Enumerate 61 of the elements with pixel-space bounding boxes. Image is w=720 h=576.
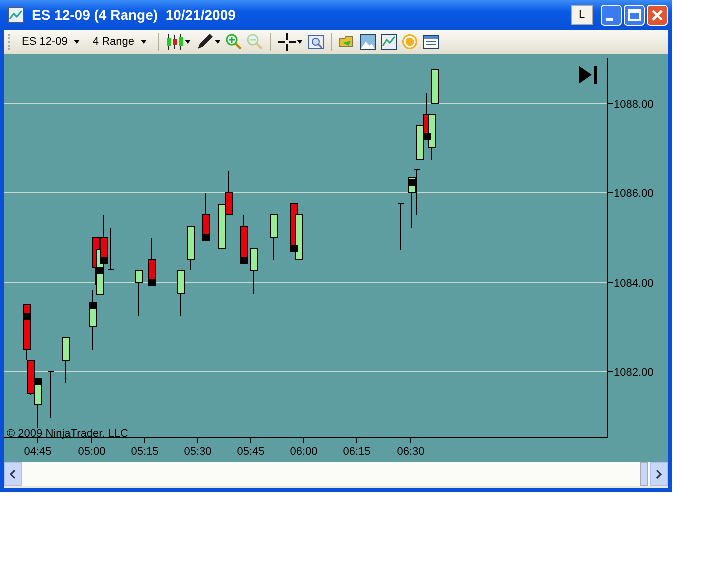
trade-marker bbox=[408, 179, 416, 186]
caret-icon bbox=[74, 40, 80, 44]
time-axis-label: 05:45 bbox=[237, 446, 265, 458]
folder-icon[interactable] bbox=[338, 34, 355, 50]
price-axis-label: 1084.00 bbox=[614, 278, 654, 290]
candle bbox=[62, 338, 70, 384]
scroll-right-button[interactable] bbox=[650, 462, 668, 486]
price-axis-label: 1086.00 bbox=[614, 188, 654, 200]
trade-marker bbox=[96, 267, 104, 274]
zoom-in-icon[interactable] bbox=[226, 34, 242, 50]
trade-marker bbox=[34, 378, 42, 385]
time-axis-label: 05:15 bbox=[131, 446, 159, 458]
candle bbox=[135, 270, 143, 316]
period-dropdown[interactable]: 4 Range bbox=[88, 36, 151, 48]
maximize-icon[interactable] bbox=[624, 4, 645, 26]
close-icon[interactable] bbox=[647, 4, 668, 26]
chart-app-icon bbox=[8, 7, 24, 23]
candle bbox=[270, 214, 278, 260]
caret-icon bbox=[140, 40, 147, 44]
copyright-text: © 2009 NinjaTrader, LLC bbox=[7, 428, 128, 440]
candle bbox=[398, 204, 404, 250]
time-axis-label: 06:30 bbox=[397, 446, 425, 458]
table-icon[interactable] bbox=[422, 34, 439, 50]
candle bbox=[250, 248, 258, 294]
trade-marker bbox=[240, 257, 248, 264]
candlestick-icon[interactable] bbox=[166, 33, 184, 51]
candle bbox=[187, 226, 195, 270]
scroll-thumb[interactable] bbox=[640, 462, 648, 486]
trade-marker bbox=[89, 302, 97, 309]
time-axis-label: 04:45 bbox=[24, 446, 52, 458]
layout-button[interactable]: L bbox=[571, 5, 593, 25]
go-to-end-icon[interactable] bbox=[579, 66, 597, 84]
time-axis-label: 06:00 bbox=[290, 446, 318, 458]
line-chart-icon[interactable] bbox=[380, 34, 397, 50]
caret-icon[interactable] bbox=[296, 40, 303, 44]
time-axis-label: 06:15 bbox=[343, 446, 371, 458]
trade-marker bbox=[100, 257, 108, 264]
window-title: ES 12-09 (4 Range) 10/21/2009 bbox=[32, 7, 237, 23]
caret-icon[interactable] bbox=[214, 40, 221, 44]
pen-icon[interactable] bbox=[196, 33, 214, 51]
trade-marker bbox=[202, 234, 210, 241]
time-axis-label: 05:30 bbox=[184, 446, 212, 458]
candle bbox=[48, 372, 54, 418]
trade-marker bbox=[423, 133, 431, 140]
price-axis-label: 1088.00 bbox=[614, 99, 654, 111]
candle bbox=[177, 270, 185, 316]
image-icon[interactable] bbox=[360, 34, 376, 50]
chevron-right-icon bbox=[656, 470, 662, 478]
horizontal-scrollbar[interactable] bbox=[4, 462, 668, 486]
time-axis-label: 05:00 bbox=[78, 446, 106, 458]
trade-marker bbox=[148, 279, 156, 286]
crosshair-icon[interactable] bbox=[278, 33, 296, 51]
zoom-window-icon[interactable] bbox=[308, 34, 324, 50]
minimize-icon[interactable] bbox=[601, 4, 622, 26]
chevron-left-icon bbox=[10, 470, 16, 478]
instrument-dropdown[interactable]: ES 12-09 bbox=[18, 36, 84, 48]
trade-marker bbox=[23, 313, 31, 320]
caret-icon[interactable] bbox=[184, 40, 191, 44]
trade-marker bbox=[290, 245, 298, 252]
price-axis-label: 1082.00 bbox=[614, 367, 654, 379]
scroll-left-button[interactable] bbox=[4, 462, 22, 486]
